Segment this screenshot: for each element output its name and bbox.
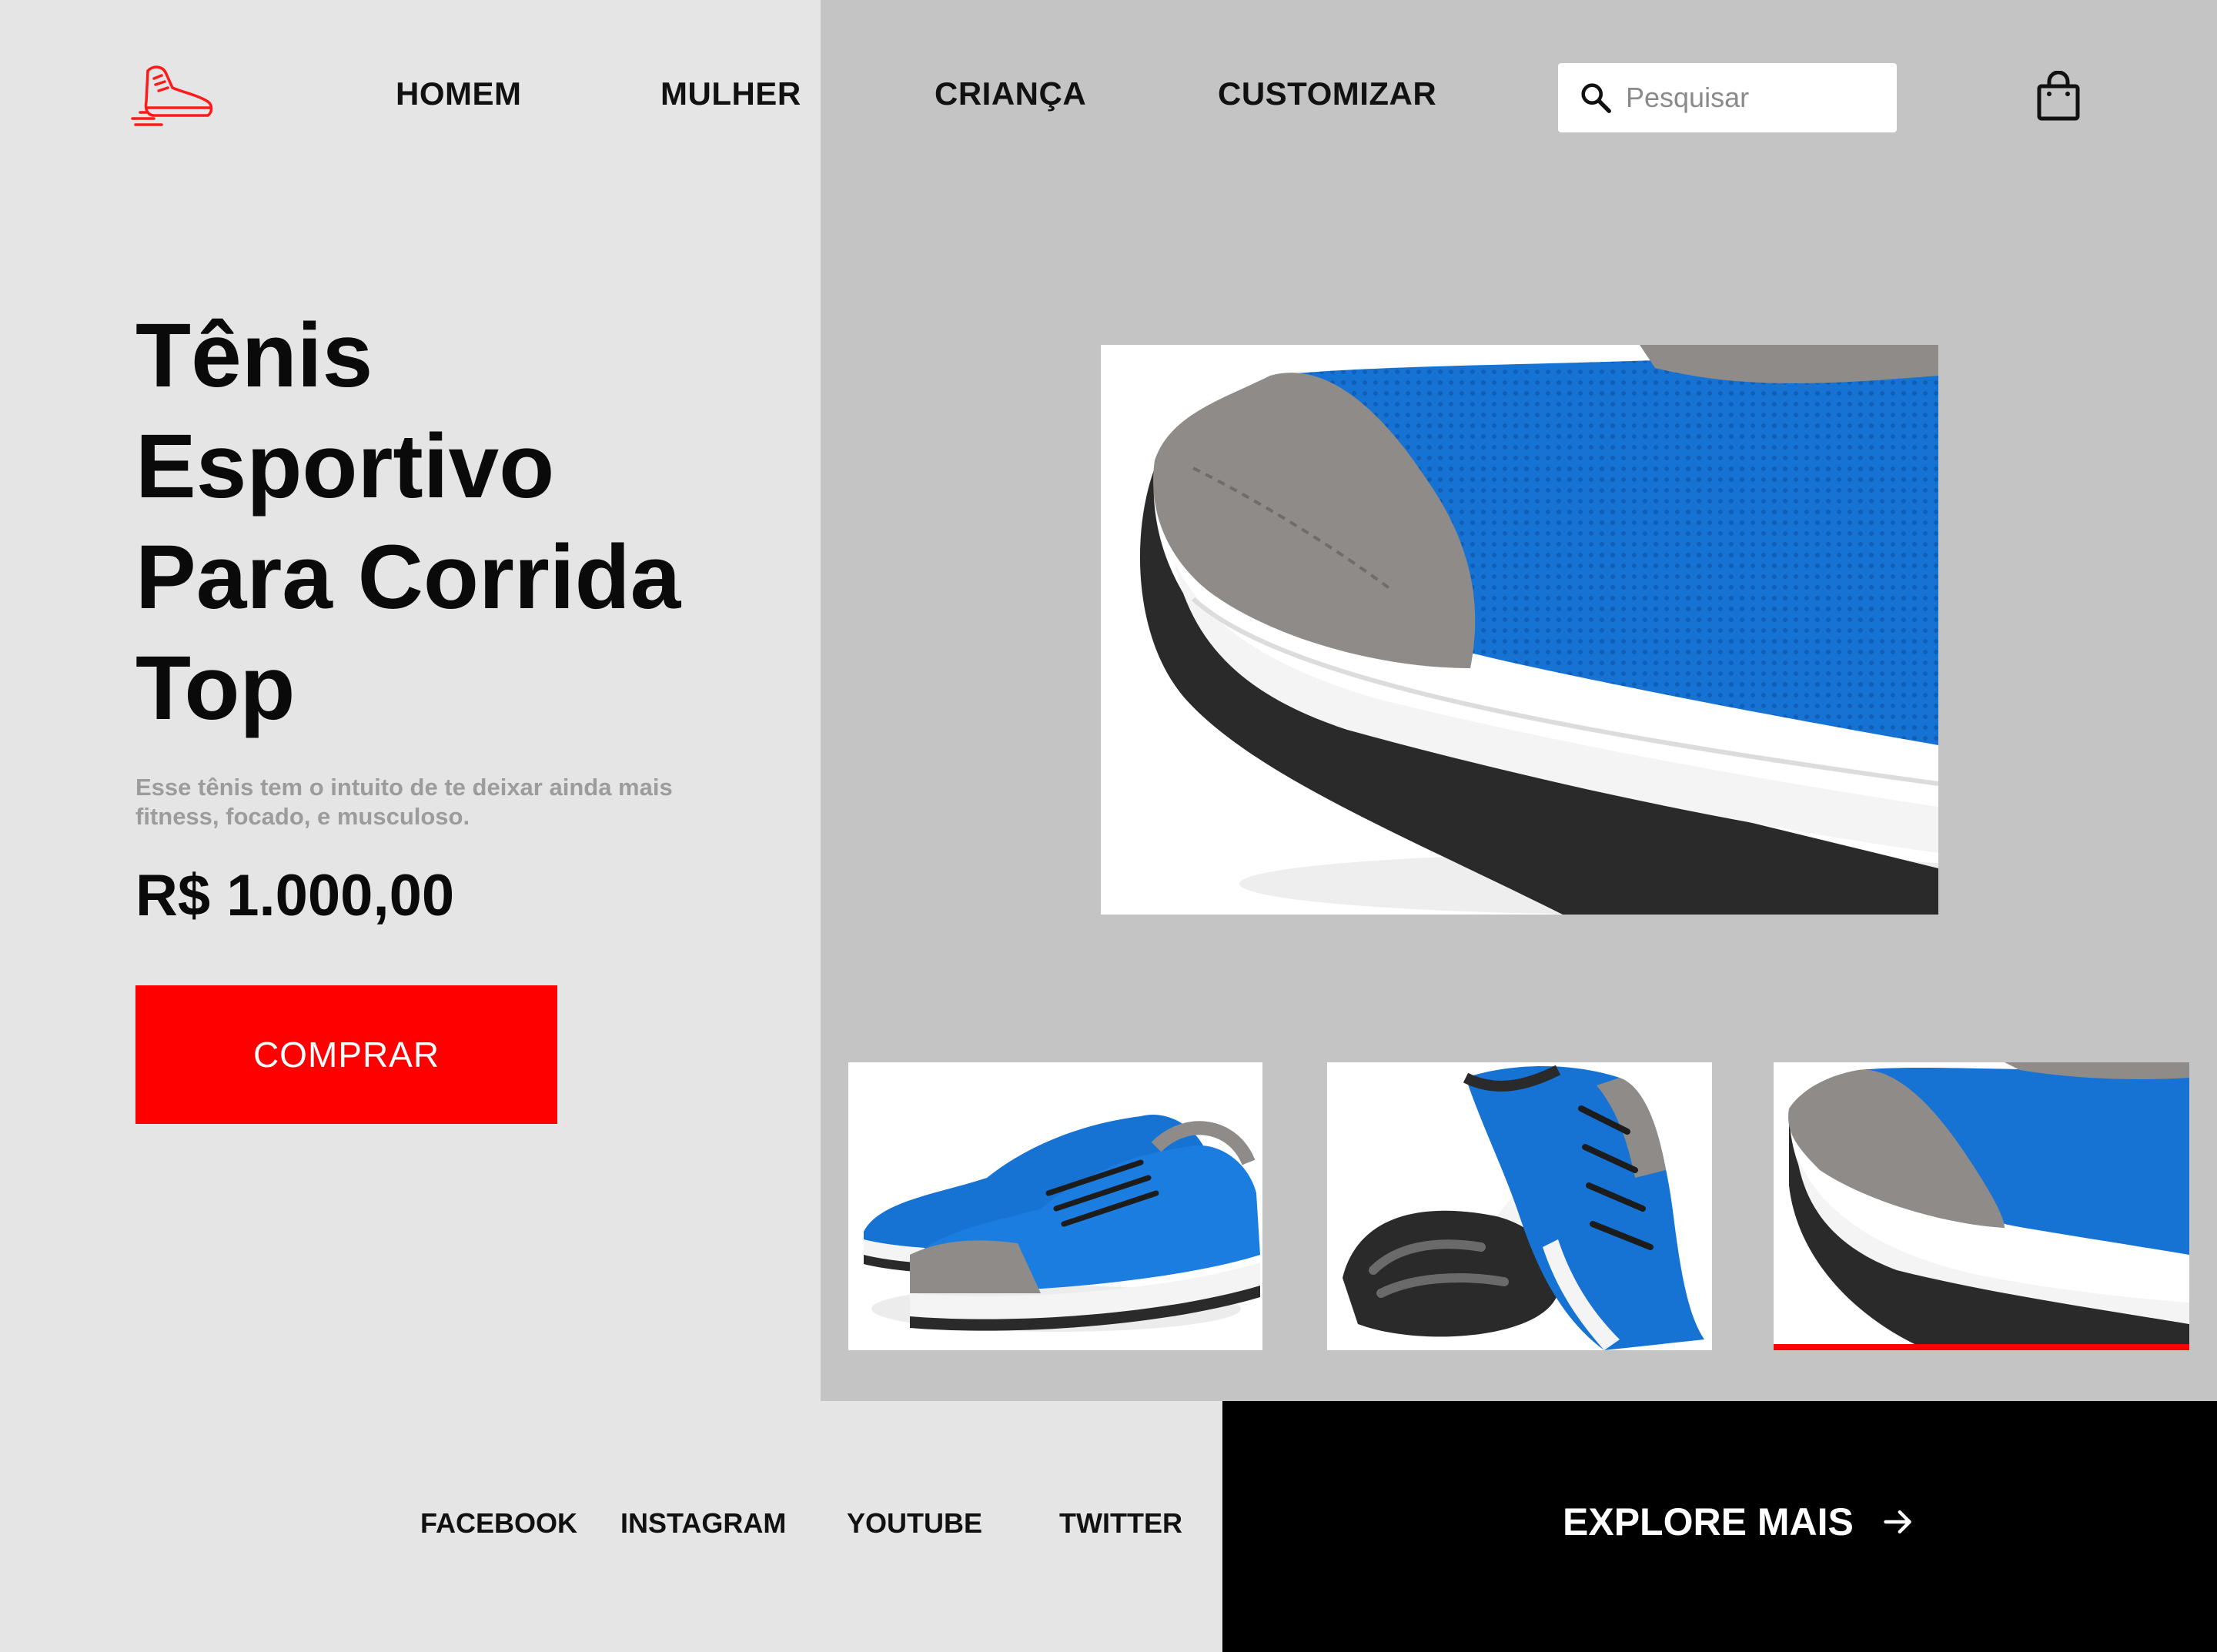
main-product-image [1101,345,1938,915]
product-price: R$ 1.000,00 [135,863,455,928]
thumbnail-pair-sole[interactable] [1327,1062,1712,1350]
nav-crianca[interactable]: CRIANÇA [935,75,1086,112]
selected-thumbnail-indicator [1774,1344,2189,1350]
nav-customizar[interactable]: CUSTOMIZAR [1218,75,1436,112]
explore-more-button[interactable]: EXPLORE MAIS [1563,1500,1915,1544]
product-description: Esse tênis tem o intuito de te deixar ai… [135,774,673,830]
nav-mulher[interactable]: MULHER [660,75,801,112]
search-input[interactable] [1624,81,1881,115]
arrow-right-icon [1881,1505,1915,1539]
social-link-twitter[interactable]: TWITTER [1059,1507,1182,1540]
explore-more-label: EXPLORE MAIS [1563,1500,1854,1543]
shopping-bag-icon[interactable] [2036,71,2081,122]
social-link-facebook[interactable]: FACEBOOK [420,1507,577,1540]
thumbnail-pair-side[interactable] [848,1062,1262,1350]
search-icon[interactable] [1578,80,1613,115]
social-link-instagram[interactable]: INSTAGRAM [620,1507,786,1540]
running-shoe-icon[interactable] [131,62,216,131]
nav-homem[interactable]: HOMEM [396,75,522,112]
buy-button[interactable]: COMPRAR [135,985,557,1124]
social-link-youtube[interactable]: YOUTUBE [847,1507,982,1540]
product-title: Tênis Esportivo Para Corrida Top [135,305,681,739]
search-box[interactable] [1558,63,1897,132]
thumbnail-toe-closeup[interactable] [1774,1062,2189,1350]
